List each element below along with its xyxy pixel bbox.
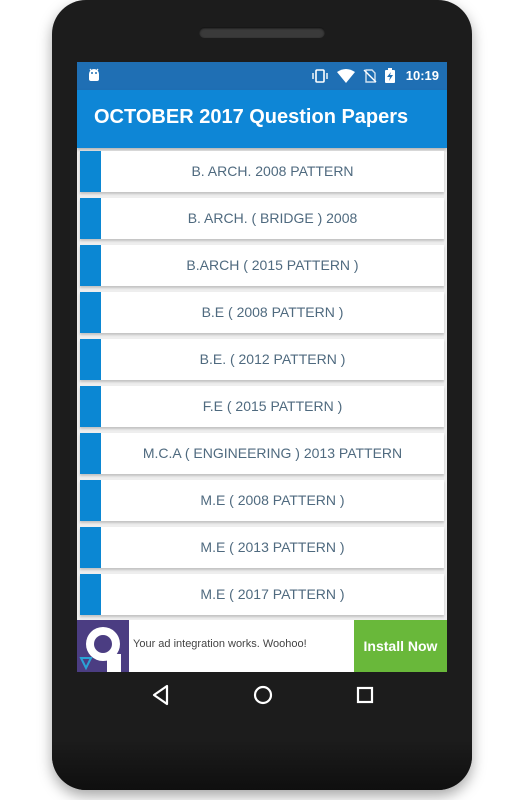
back-icon[interactable] [151, 684, 171, 711]
list-item-label: F.E ( 2015 PATTERN ) [202, 398, 343, 414]
app-bar-title: OCTOBER 2017 Question Papers [94, 106, 409, 128]
list-item[interactable]: M.E ( 2017 PATTERN ) [80, 574, 444, 615]
phone-speaker [199, 27, 325, 38]
list-item[interactable]: B.ARCH ( 2015 PATTERN ) [80, 245, 444, 286]
screen: 10:19 OCTOBER 2017 Question Papers B. AR… [77, 62, 447, 672]
list-item-label: B.E. ( 2012 PATTERN ) [199, 351, 346, 367]
list-item[interactable]: M.E ( 2013 PATTERN ) [80, 527, 444, 568]
ad-banner[interactable]: Your ad integration works. Woohoo! Insta… [77, 620, 447, 672]
recent-apps-icon[interactable] [355, 684, 375, 711]
question-paper-list: B. ARCH. 2008 PATTERN B. ARCH. ( BRIDGE … [77, 151, 447, 621]
list-item-accent [80, 433, 101, 474]
install-now-button[interactable]: Install Now [354, 620, 447, 672]
list-item-accent [80, 292, 101, 333]
status-bar: 10:19 [77, 62, 447, 90]
navigation-bar [77, 672, 447, 720]
ad-logo [77, 620, 129, 672]
android-notification-icon [87, 68, 101, 89]
list-item-accent [80, 339, 101, 380]
no-sim-icon [363, 68, 377, 88]
ad-text: Your ad integration works. Woohoo! [133, 638, 307, 650]
list-item-accent [80, 574, 101, 615]
list-item-label: M.C.A ( ENGINEERING ) 2013 PATTERN [142, 445, 403, 461]
list-item-accent [80, 386, 101, 427]
list-item-label: B.E ( 2008 PATTERN ) [201, 304, 344, 320]
list-item-label: B. ARCH. 2008 PATTERN [191, 163, 354, 179]
list-item-label: M.E ( 2017 PATTERN ) [200, 586, 345, 602]
status-icons [311, 68, 395, 88]
vibrate-icon [311, 68, 329, 88]
list-item-accent [80, 527, 101, 568]
wifi-icon [337, 68, 355, 88]
list-item[interactable]: B.E. ( 2012 PATTERN ) [80, 339, 444, 380]
list-item-label: M.E ( 2013 PATTERN ) [200, 539, 345, 555]
list-item-accent [80, 151, 101, 192]
battery-charging-icon [385, 68, 395, 88]
list-item-label: M.E ( 2008 PATTERN ) [200, 492, 345, 508]
list-item-label: B. ARCH. ( BRIDGE ) 2008 [187, 210, 358, 226]
app-bar: OCTOBER 2017 Question Papers [77, 90, 447, 148]
list-item-accent [80, 245, 101, 286]
list-item-label: B.ARCH ( 2015 PATTERN ) [186, 257, 359, 273]
status-time: 10:19 [405, 68, 439, 83]
list-item[interactable]: M.C.A ( ENGINEERING ) 2013 PATTERN [80, 433, 444, 474]
list-item[interactable]: B.E ( 2008 PATTERN ) [80, 292, 444, 333]
home-icon[interactable] [252, 684, 274, 711]
list-item-accent [80, 198, 101, 239]
list-item[interactable]: F.E ( 2015 PATTERN ) [80, 386, 444, 427]
list-item[interactable]: B. ARCH. ( BRIDGE ) 2008 [80, 198, 444, 239]
list-item-accent [80, 480, 101, 521]
phone-bottom [52, 740, 472, 790]
list-item[interactable]: B. ARCH. 2008 PATTERN [80, 151, 444, 192]
list-item[interactable]: M.E ( 2008 PATTERN ) [80, 480, 444, 521]
